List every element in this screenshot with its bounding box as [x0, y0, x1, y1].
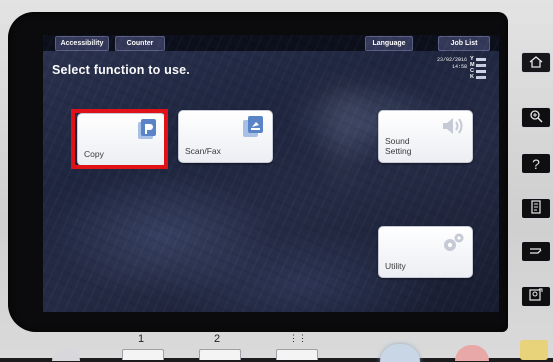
- scan-fax-icon: [240, 115, 266, 145]
- job-list-tab[interactable]: Job List: [438, 36, 490, 51]
- top-bar: Accessibility Counter Language Job List: [43, 35, 499, 51]
- home-button[interactable]: [521, 52, 551, 73]
- keypad-grid-icon: ⋮⋮: [289, 333, 307, 343]
- accessibility-icon: [528, 287, 544, 306]
- utility-label: Utility: [385, 261, 406, 271]
- toner-level-bar: [476, 75, 486, 79]
- zoom-button[interactable]: [521, 107, 551, 128]
- document-button[interactable]: [521, 198, 551, 219]
- document-icon: [530, 199, 542, 218]
- help-icon: ?: [532, 155, 540, 172]
- access-key[interactable]: [520, 340, 548, 360]
- scan-fax-tile[interactable]: Scan/Fax: [178, 110, 273, 163]
- selection-highlight: [71, 109, 168, 169]
- toner-level-bar: [476, 57, 486, 61]
- toner-level-bar: [476, 63, 486, 67]
- key-1-button[interactable]: [122, 349, 164, 360]
- keypad-button[interactable]: [276, 349, 318, 360]
- toner-level-bar: [476, 69, 486, 73]
- zoom-icon: [529, 108, 543, 127]
- time-text: 14:58: [451, 64, 467, 70]
- language-tab[interactable]: Language: [365, 36, 413, 51]
- scan-fax-label: Scan/Fax: [185, 146, 221, 156]
- toner-indicator: Y M C K: [470, 56, 492, 80]
- page-title: Select function to use.: [52, 63, 190, 77]
- help-button[interactable]: ?: [521, 153, 551, 174]
- key-2-button[interactable]: [199, 349, 241, 360]
- date-text: 23/02/2016: [436, 57, 467, 63]
- utility-tile[interactable]: Utility: [378, 226, 473, 278]
- speaker-icon: [440, 115, 466, 141]
- accessibility-tab[interactable]: Accessibility: [55, 36, 109, 51]
- sound-setting-tile[interactable]: Sound Setting: [378, 110, 473, 163]
- home-icon: [529, 53, 543, 72]
- accessibility-button[interactable]: [521, 286, 551, 307]
- return-icon: [528, 242, 544, 261]
- counter-tab[interactable]: Counter: [115, 36, 165, 51]
- key-2-label: 2: [214, 333, 221, 345]
- datetime-display: 23/02/2016 14:58: [427, 57, 467, 71]
- return-button[interactable]: [521, 241, 551, 262]
- sound-setting-label: Sound Setting: [385, 136, 412, 156]
- key-1-label: 1: [138, 333, 145, 345]
- gears-icon: [440, 231, 466, 259]
